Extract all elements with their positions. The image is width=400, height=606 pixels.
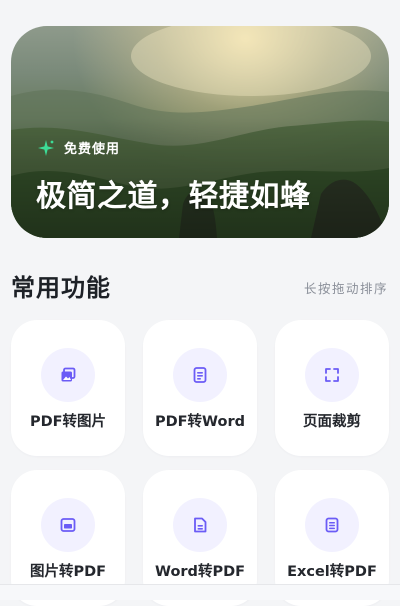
feature-label: PDF转图片 (29, 414, 107, 430)
sparkle-icon (38, 139, 54, 156)
feature-card-page-crop[interactable]: 页面裁剪 (275, 320, 389, 456)
icon-badge (173, 348, 227, 402)
excel-document-icon (325, 517, 339, 533)
feature-label: 页面裁剪 (303, 414, 361, 430)
free-badge: 免费使用 (37, 138, 120, 157)
document-icon (193, 367, 207, 383)
feature-card-pdf-to-image[interactable]: PDF转图片 (11, 320, 125, 456)
icon-badge (305, 498, 359, 552)
images-icon (61, 367, 76, 382)
icon-badge (173, 498, 227, 552)
feature-label: 图片转PDF (29, 564, 107, 580)
feature-card-pdf-to-word[interactable]: PDF转Word (143, 320, 257, 456)
feature-label: PDF转Word (154, 414, 246, 430)
feature-label: Word转PDF (154, 564, 246, 580)
sort-hint: 长按拖动排序 (303, 281, 388, 296)
feature-grid: PDF转图片 PDF转Word 页面裁剪 图片转PDF Word转PDF Exc… (11, 320, 389, 606)
crop-frame-icon (325, 368, 339, 382)
hero-banner[interactable]: 免费使用 极简之道，轻捷如蜂 (11, 26, 389, 238)
word-document-icon (194, 517, 207, 533)
image-icon (60, 518, 76, 532)
icon-badge (41, 348, 95, 402)
icon-badge (305, 348, 359, 402)
feature-label: Excel转PDF (287, 564, 377, 580)
banner-title: 极简之道，轻捷如蜂 (36, 179, 311, 214)
icon-badge (41, 498, 95, 552)
bottom-bar (0, 585, 400, 600)
badge-text: 免费使用 (64, 142, 121, 157)
section-title: 常用功能 (11, 274, 111, 302)
